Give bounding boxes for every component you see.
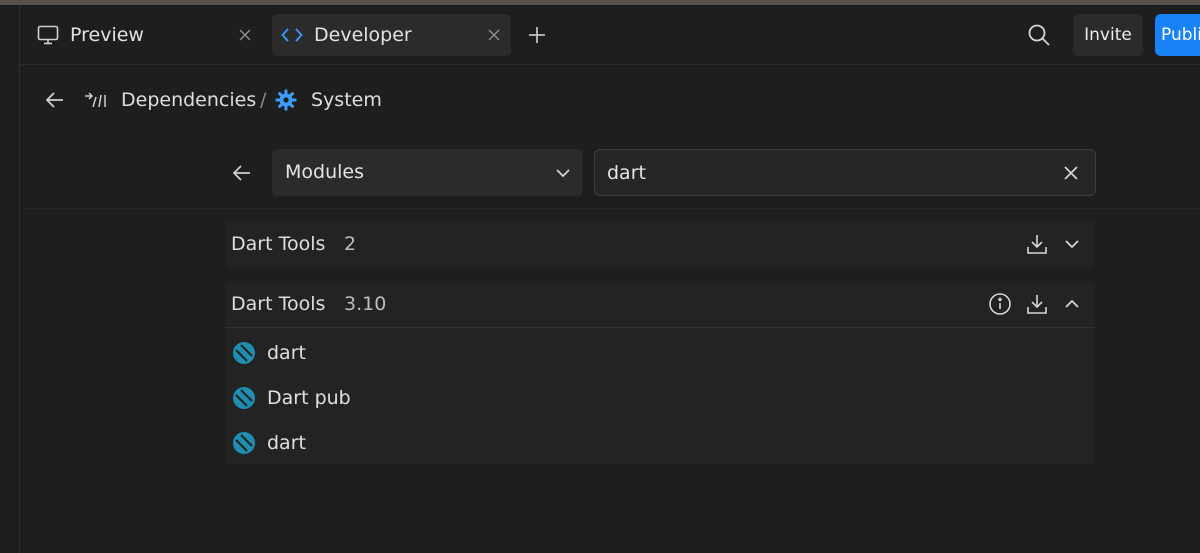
group-version: 3.10 (344, 293, 387, 315)
list-item[interactable]: Dart pub (225, 378, 1095, 418)
chevron-down-icon (556, 169, 570, 178)
search-input[interactable] (607, 160, 1047, 186)
tab-preview[interactable]: Preview (22, 14, 262, 56)
group-version: 2 (344, 233, 357, 255)
download-icon[interactable] (1025, 292, 1049, 316)
dart-logo-icon (233, 387, 255, 409)
chevron-up-icon[interactable] (1060, 292, 1084, 316)
dart-logo-icon (233, 342, 255, 364)
breadcrumb-dependencies[interactable]: Dependencies (121, 88, 256, 112)
tab-preview-label: Preview (70, 24, 144, 46)
group-name: Dart Tools (231, 293, 326, 315)
code-icon (281, 28, 303, 42)
breadcrumb-separator: / (260, 89, 267, 111)
gear-icon (275, 89, 297, 111)
close-icon[interactable] (485, 26, 503, 44)
dependency-group-header[interactable]: Dart Tools 3.10 (225, 281, 1095, 328)
dependencies-icon (85, 92, 106, 108)
module-name: Dart pub (267, 387, 351, 409)
module-name: dart (267, 432, 306, 454)
dependency-group-header[interactable]: Dart Tools 2 (225, 221, 1095, 268)
category-select[interactable]: Modules (272, 149, 583, 196)
add-tab-plus-icon[interactable] (526, 24, 548, 46)
info-icon[interactable] (988, 292, 1012, 316)
search-field[interactable] (594, 149, 1096, 196)
dependency-group: Dart Tools 2 (225, 221, 1095, 268)
publish-button[interactable]: Publish (1155, 14, 1200, 56)
chevron-down-icon[interactable] (1060, 232, 1084, 256)
left-divider (19, 5, 20, 553)
back-arrow-icon[interactable] (231, 162, 253, 184)
group-name: Dart Tools (231, 233, 326, 255)
back-arrow-icon[interactable] (44, 89, 66, 111)
invite-button[interactable]: Invite (1073, 14, 1143, 56)
download-icon[interactable] (1025, 232, 1049, 256)
tab-developer-label: Developer (314, 24, 412, 46)
section-divider (20, 208, 1200, 209)
tab-bar: Preview Developer Invite Publish (20, 5, 1200, 65)
tab-developer[interactable]: Developer (272, 14, 511, 56)
search-icon[interactable] (1026, 22, 1052, 48)
dart-logo-icon (233, 432, 255, 454)
monitor-icon (37, 25, 59, 45)
module-name: dart (267, 342, 306, 364)
list-item[interactable]: dart (225, 333, 1095, 373)
category-select-value: Modules (285, 161, 364, 183)
close-icon[interactable] (236, 26, 254, 44)
dependency-group: Dart Tools 3.10 dart Dart pub dart (225, 281, 1095, 464)
clear-close-icon[interactable] (1061, 163, 1081, 183)
breadcrumb-system: System (311, 89, 382, 111)
list-item[interactable]: dart (225, 423, 1095, 463)
